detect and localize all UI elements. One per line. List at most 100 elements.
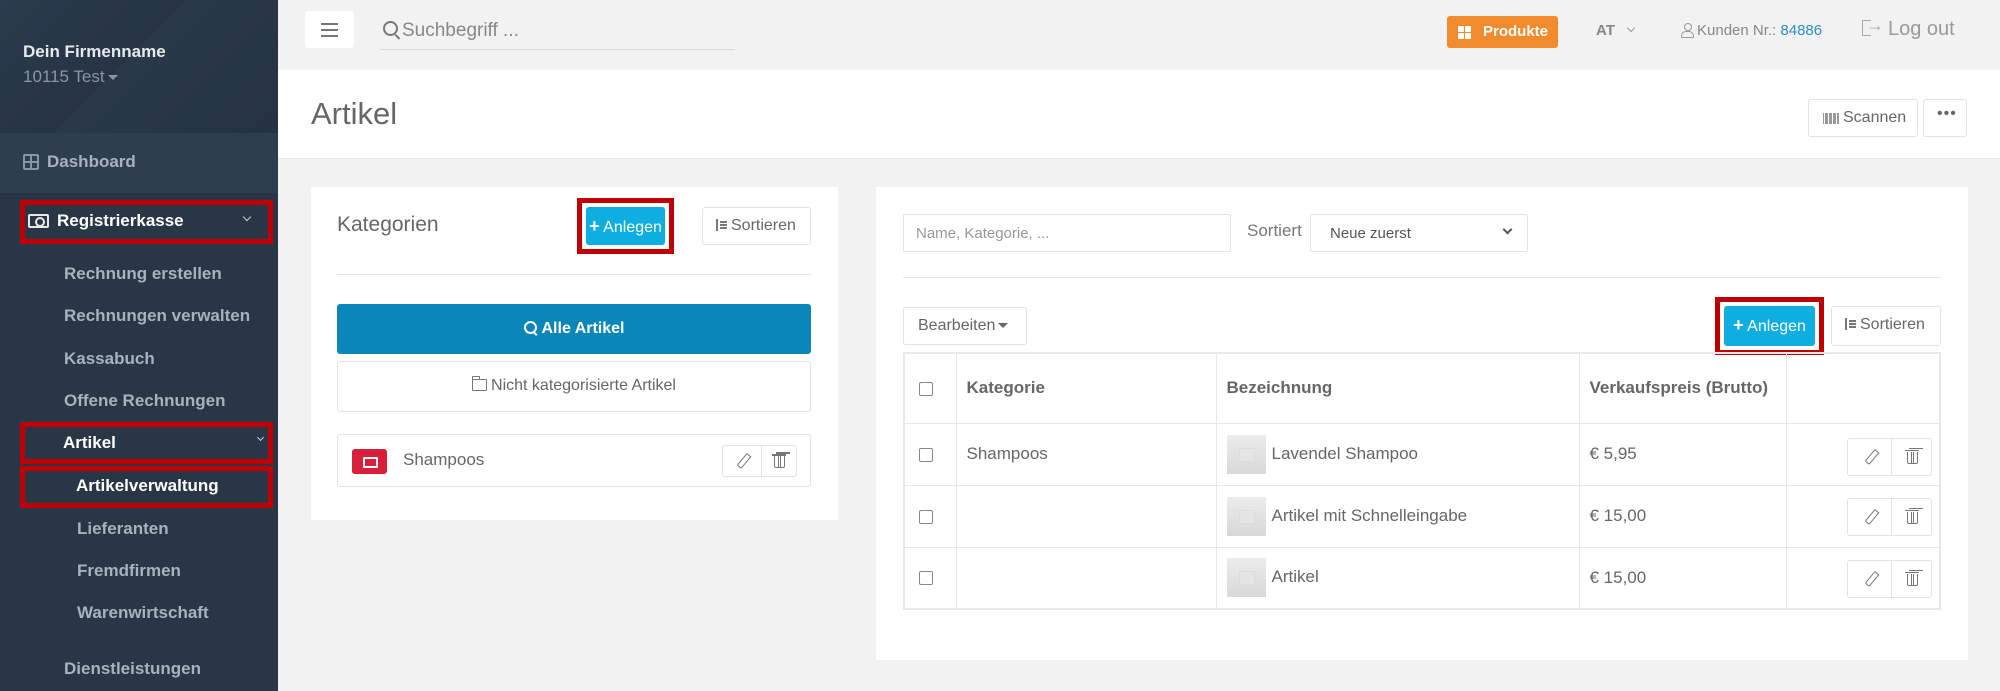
row-checkbox[interactable]	[919, 447, 933, 462]
cell-actions	[1785, 484, 1941, 548]
sidebar-item-warenwirtschaft[interactable]: Warenwirtschaft	[77, 603, 209, 623]
edit-article-button[interactable]	[1864, 449, 1878, 465]
hamburger-icon-line	[321, 35, 338, 37]
add-article-label: Anlegen	[1747, 318, 1806, 335]
category-item[interactable]: Shampoos	[337, 434, 811, 487]
sidebar: Dein Firmenname 10115 Test Dashboard Reg…	[0, 0, 278, 691]
sidebar-item-dashboard[interactable]: Dashboard	[0, 133, 278, 193]
global-search	[380, 12, 735, 50]
separator	[1890, 438, 1892, 475]
hamburger-icon-line	[321, 29, 338, 31]
sidebar-item-label: Registrierkasse	[57, 211, 184, 230]
delete-category-button[interactable]	[772, 453, 786, 469]
topbar: Produkte AT Kunden Nr.: 84886 Log out	[278, 0, 2000, 70]
sidebar-item-rechnungen-verwalten[interactable]: Rechnungen verwalten	[64, 306, 250, 326]
add-category-button[interactable]: + Anlegen	[586, 207, 665, 245]
image-placeholder-icon	[1226, 434, 1266, 474]
column-header-actions	[1785, 352, 1941, 424]
separator	[1890, 498, 1892, 535]
page-title: Artikel	[311, 96, 398, 131]
scan-button[interactable]: Scannen	[1808, 99, 1918, 137]
caret-down-icon	[998, 323, 1009, 329]
sidebar-item-artikelverwaltung[interactable]: Artikelverwaltung	[20, 466, 273, 508]
sidebar-item-fremdfirmen[interactable]: Fremdfirmen	[77, 561, 181, 581]
uncategorized-label: Nicht kategorisierte Artikel	[491, 377, 676, 394]
barcode-icon	[1823, 113, 1839, 124]
row-actions	[1846, 497, 1932, 536]
sidebar-item-dienstleistungen[interactable]: Dienstleistungen	[64, 659, 201, 679]
cell-bezeichnung: Artikel	[1215, 546, 1580, 610]
cell-actions	[1785, 422, 1941, 486]
table-row[interactable]: Artikel € 15,00	[903, 546, 1941, 610]
table-row[interactable]: Shampoos Lavendel Shampoo € 5,95	[903, 422, 1941, 486]
sort-icon	[1844, 318, 1857, 330]
column-header-kategorie[interactable]: Kategorie	[955, 352, 1217, 424]
row-actions	[1846, 559, 1932, 598]
sidebar-item-rechnung-erstellen[interactable]: Rechnung erstellen	[64, 264, 222, 284]
sort-articles-button[interactable]: Sortieren	[1831, 306, 1941, 346]
table-row[interactable]: Artikel mit Schnelleingabe € 15,00	[903, 484, 1941, 548]
sidebar-item-registrierkasse[interactable]: Registrierkasse	[20, 200, 273, 244]
account-switcher[interactable]: 10115 Test	[23, 67, 118, 87]
produkte-button[interactable]: Produkte	[1447, 16, 1558, 48]
column-header-preis[interactable]: Verkaufspreis (Brutto)	[1578, 352, 1787, 424]
edit-article-button[interactable]	[1864, 509, 1878, 525]
grid-icon	[1458, 26, 1471, 39]
sort-prefix-label: Sortiert	[1247, 221, 1302, 240]
sidebar-item-label: Artikelverwaltung	[76, 476, 219, 495]
plus-icon: +	[589, 216, 600, 236]
customer-number-link[interactable]: 84886	[1780, 22, 1822, 39]
column-header-bezeichnung[interactable]: Bezeichnung	[1215, 352, 1580, 424]
bulk-edit-label: Bearbeiten	[918, 317, 996, 334]
article-name: Artikel	[1271, 567, 1319, 587]
language-label: AT	[1596, 22, 1615, 39]
row-select-cell	[903, 422, 957, 486]
articles-table: Kategorie Bezeichnung Verkaufspreis (Bru…	[903, 352, 1941, 610]
image-placeholder-icon	[1226, 496, 1266, 536]
delete-article-button[interactable]	[1904, 449, 1919, 465]
edit-category-button[interactable]	[736, 453, 750, 469]
grid-icon	[23, 154, 39, 170]
uncategorized-articles-button[interactable]: Nicht kategorisierte Artikel	[337, 361, 811, 412]
sort-order-select[interactable]: Neue zuerst	[1310, 214, 1528, 252]
row-checkbox[interactable]	[919, 509, 933, 524]
separator	[761, 446, 762, 476]
delete-article-button[interactable]	[1904, 571, 1919, 587]
logout-button[interactable]: Log out	[1862, 15, 1955, 41]
sidebar-item-kassabuch[interactable]: Kassabuch	[64, 349, 155, 369]
sidebar-item-lieferanten[interactable]: Lieferanten	[77, 519, 169, 539]
image-placeholder-icon	[1226, 558, 1266, 598]
row-select-cell	[903, 484, 957, 548]
sort-articles-label: Sortieren	[1860, 316, 1925, 333]
sort-categories-button[interactable]: Sortieren	[702, 207, 811, 245]
select-all-cell	[903, 352, 957, 424]
row-checkbox[interactable]	[919, 571, 933, 586]
language-select[interactable]: AT	[1596, 22, 1636, 39]
add-category-label: Anlegen	[603, 219, 662, 236]
article-filter-input[interactable]	[904, 215, 1230, 251]
company-name: Dein Firmenname	[23, 42, 166, 61]
add-article-button[interactable]: + Anlegen	[1724, 306, 1815, 346]
cell-bezeichnung: Artikel mit Schnelleingabe	[1215, 484, 1580, 548]
more-options-button[interactable]: •••	[1923, 99, 1967, 137]
categories-title: Kategorien	[337, 213, 439, 236]
search-input[interactable]	[402, 17, 722, 45]
delete-article-button[interactable]	[1904, 509, 1919, 525]
category-name: Shampoos	[403, 450, 485, 469]
folder-icon	[471, 376, 488, 391]
menu-toggle-button[interactable]	[305, 11, 354, 48]
bulk-edit-button[interactable]: Bearbeiten	[903, 307, 1027, 345]
highlight-box	[20, 422, 273, 464]
plus-icon: +	[1733, 315, 1744, 335]
cell-bezeichnung: Lavendel Shampoo	[1215, 422, 1580, 486]
select-all-checkbox[interactable]	[919, 381, 933, 396]
all-articles-button[interactable]: Alle Artikel	[337, 304, 811, 354]
edit-article-button[interactable]	[1864, 571, 1878, 587]
cell-preis: € 5,95	[1578, 422, 1787, 486]
sidebar-item-offene-rechnungen[interactable]: Offene Rechnungen	[64, 391, 226, 411]
produkte-label: Produkte	[1483, 23, 1549, 40]
cell-kategorie	[955, 546, 1217, 610]
row-actions	[1846, 437, 1932, 476]
sidebar-item-artikel[interactable]: Artikel	[20, 422, 273, 464]
scan-label: Scannen	[1843, 109, 1907, 126]
